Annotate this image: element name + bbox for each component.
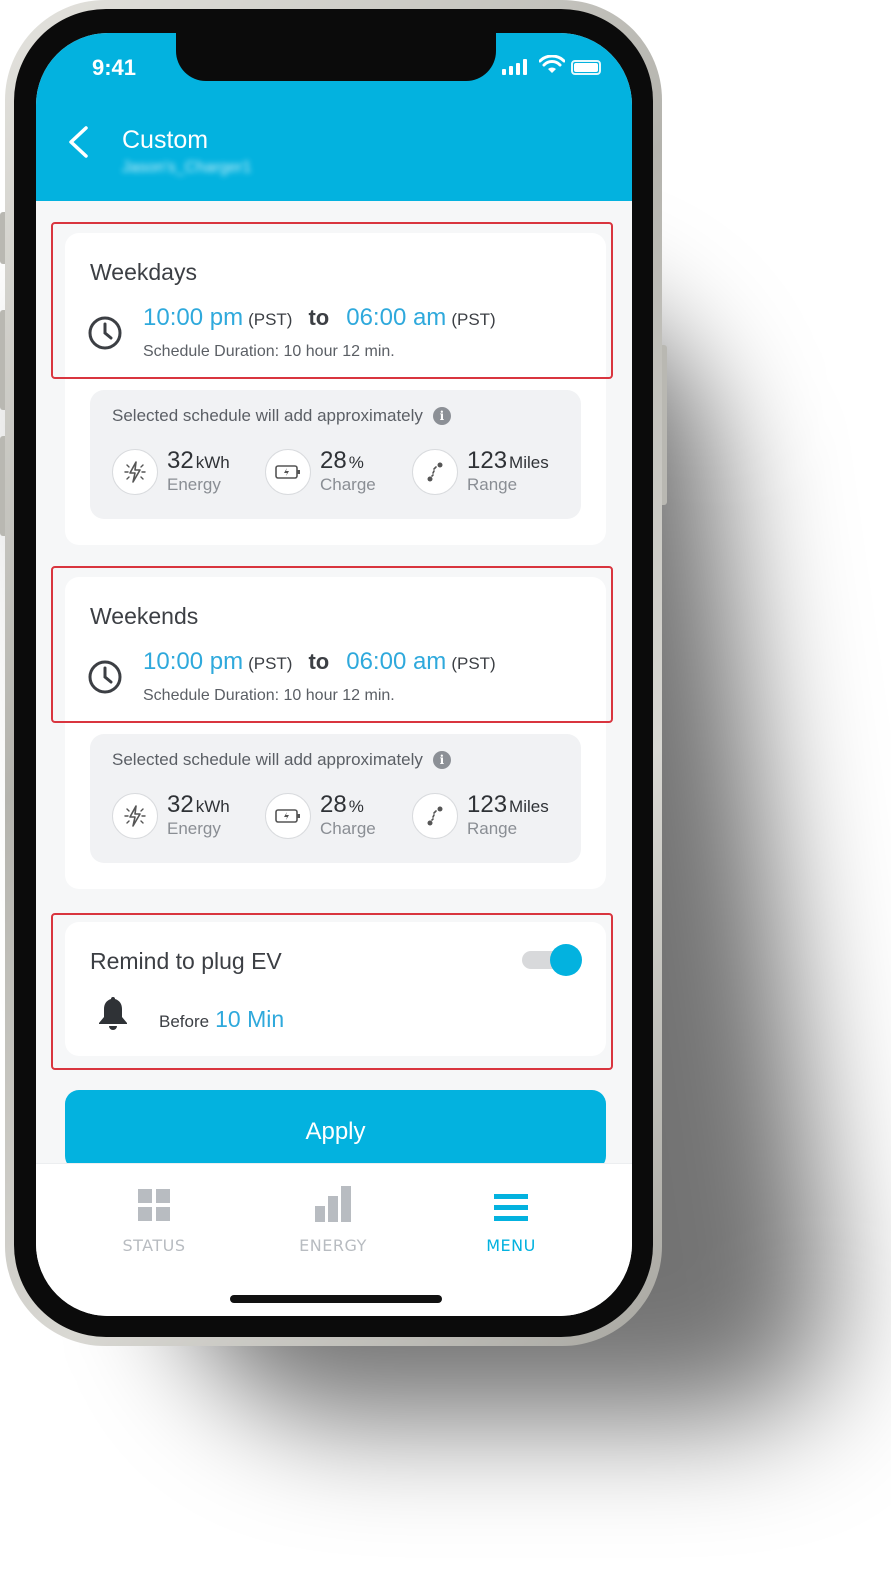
phone-notch [176,33,496,81]
end-time[interactable]: 06:00 am [346,648,446,676]
charge-value: 28% [320,447,364,474]
schedule-duration: Schedule Duration: 10 hour 12 min. [143,687,395,704]
range-label: Range [467,819,518,838]
schedule-title: Weekends [90,603,199,629]
battery-charge-icon [265,449,311,495]
app-screen: 9:41 Custom Jason's_Charger1 Weekdays 10… [36,33,632,1316]
schedule-title: Weekdays [90,259,197,285]
toggle-knob [550,944,582,976]
start-timezone: (PST) [248,654,293,673]
energy-label: Energy [167,475,221,494]
schedule-card-weekdays[interactable]: Weekdays 10:00 pm (PST) to 06:00 am (PST… [65,233,606,545]
bell-icon [99,997,127,1030]
cellular-signal-icon [502,59,527,75]
before-label: Before [159,1012,210,1031]
range-value: 123 Miles [467,447,549,474]
reminder-title: Remind to plug EV [90,948,282,974]
approximate-summary: Selected schedule will add approximately… [90,390,581,519]
energy-value: 32 kWh [167,791,230,818]
end-timezone: (PST) [451,310,496,329]
hamburger-icon [451,1184,571,1222]
home-indicator [230,1295,442,1303]
end-time[interactable]: 06:00 am [346,304,446,332]
to-label: to [308,649,330,674]
energy-value: 32 kWh [167,447,230,474]
phone-frame: 9:41 Custom Jason's_Charger1 Weekdays 10… [5,0,662,1346]
app-header: 9:41 Custom Jason's_Charger1 [36,33,632,201]
battery-icon [571,60,601,75]
tab-energy[interactable]: ENERGY [273,1184,393,1255]
status-time: 9:41 [92,55,137,80]
bar-chart-icon [273,1184,393,1222]
tab-label: STATUS [122,1236,186,1255]
range-label: Range [467,475,518,494]
route-icon [412,449,458,495]
reminder-before[interactable]: Before 10 Min [159,1006,284,1033]
approximate-label: Selected schedule will add approximately… [112,406,451,426]
charger-name: Jason's_Charger1 [122,159,252,176]
range-value: 123 Miles [467,791,549,818]
charge-value: 28% [320,791,364,818]
schedule-card-weekends[interactable]: Weekends 10:00 pm (PST) to 06:00 am (PST… [65,577,606,889]
clock-icon [88,316,122,350]
tab-label: MENU [486,1236,536,1255]
back-arrow-icon[interactable] [66,125,90,159]
to-label: to [308,305,330,330]
energy-icon [112,793,158,839]
approximate-summary: Selected schedule will add approximately… [90,734,581,863]
charge-label: Charge [320,475,376,494]
reminder-toggle[interactable] [522,944,582,976]
info-icon[interactable]: i [432,751,451,769]
approximate-label: Selected schedule will add approximately… [112,750,451,770]
tab-status[interactable]: STATUS [94,1184,214,1255]
start-time[interactable]: 10:00 pm [143,304,243,332]
approximate-label-text: Selected schedule will add approximately [112,406,423,425]
reminder-card: Remind to plug EV Before 10 Min [65,922,606,1056]
battery-charge-icon [265,793,311,839]
wifi-icon [539,55,565,73]
before-value[interactable]: 10 Min [215,1006,284,1033]
schedule-time-range[interactable]: 10:00 pm (PST) to 06:00 am (PST) [143,648,496,676]
approximate-label-text: Selected schedule will add approximately [112,750,423,769]
energy-icon [112,449,158,495]
schedule-time-range[interactable]: 10:00 pm (PST) to 06:00 am (PST) [143,304,496,332]
energy-label: Energy [167,819,221,838]
info-icon[interactable]: i [432,407,451,425]
apply-button[interactable]: Apply [65,1090,606,1170]
route-icon [412,793,458,839]
tab-menu[interactable]: MENU [451,1184,571,1255]
bottom-tab-bar: STATUS ENERGY MENU [36,1163,632,1316]
charge-label: Charge [320,819,376,838]
page-title: Custom [122,126,209,154]
clock-icon [88,660,122,694]
start-time[interactable]: 10:00 pm [143,648,243,676]
end-timezone: (PST) [451,654,496,673]
start-timezone: (PST) [248,310,293,329]
schedule-duration: Schedule Duration: 10 hour 12 min. [143,343,395,360]
tab-label: ENERGY [299,1236,367,1255]
grid-icon [94,1184,214,1222]
